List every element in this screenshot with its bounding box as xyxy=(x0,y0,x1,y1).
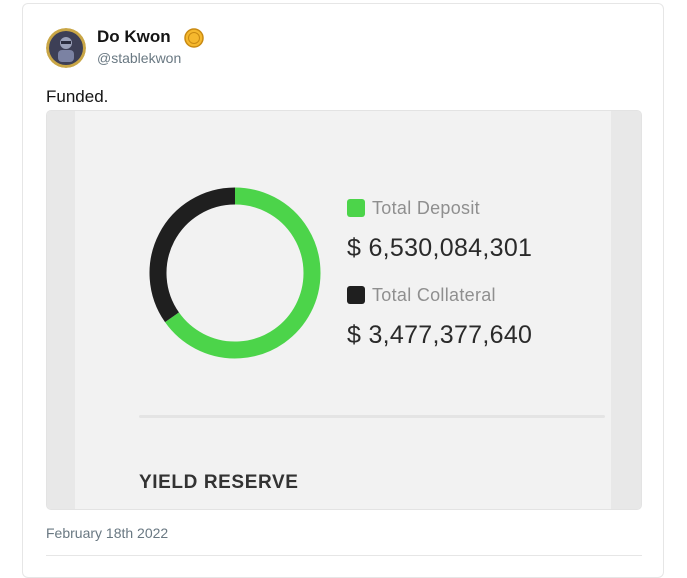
legend-swatch-deposit xyxy=(347,199,365,217)
legend-label-deposit: Total Deposit xyxy=(372,198,480,218)
author-name[interactable]: Do Kwon xyxy=(97,27,171,47)
legend-value-collateral: $ 3,477,377,640 xyxy=(347,321,533,349)
legend-value-deposit: $ 6,530,084,301 xyxy=(347,234,533,262)
donut-slice-collateral xyxy=(149,187,236,323)
legend-label-collateral: Total Collateral xyxy=(372,285,496,305)
donut-slice-deposit xyxy=(165,187,321,359)
legend-swatch-collateral xyxy=(347,286,365,304)
tweet-media[interactable]: Total Deposit $ 6,530,084,301 Total Coll… xyxy=(46,110,642,510)
donut-chart xyxy=(149,187,321,359)
media-right-border xyxy=(611,111,641,509)
media-panel: Total Deposit $ 6,530,084,301 Total Coll… xyxy=(75,111,611,509)
footer-divider xyxy=(46,555,642,556)
section-divider xyxy=(139,415,605,418)
avatar[interactable] xyxy=(46,28,86,68)
verified-badge-icon xyxy=(184,28,204,48)
media-left-border xyxy=(47,111,75,509)
avatar-icon xyxy=(46,28,86,68)
tweet-text: Funded. xyxy=(46,87,109,106)
author-handle[interactable]: @stablekwon xyxy=(97,49,181,67)
tweet-timestamp[interactable]: February 18th 2022 xyxy=(46,524,168,542)
section-title: YIELD RESERVE xyxy=(139,472,299,493)
